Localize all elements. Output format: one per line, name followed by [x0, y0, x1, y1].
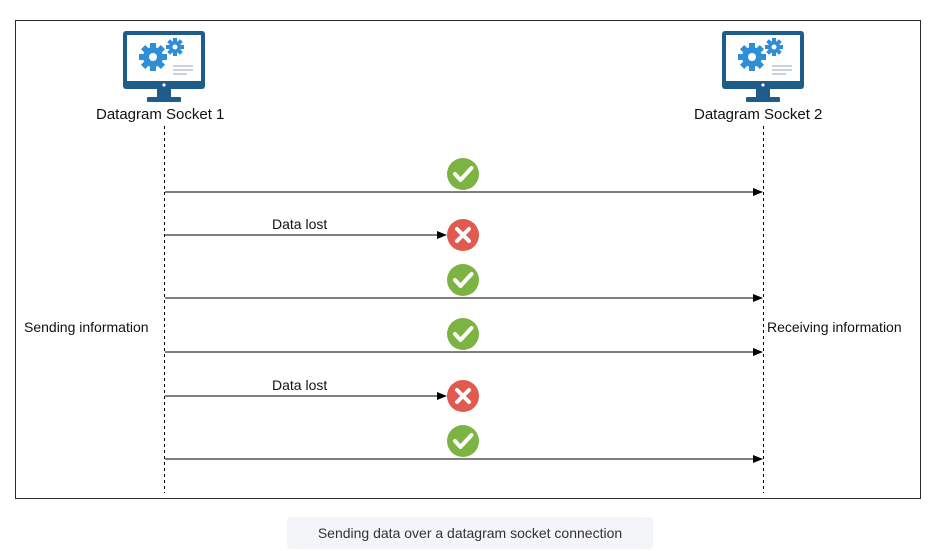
- delivered-check-icon: [445, 156, 481, 192]
- lost-cross-icon: [445, 378, 481, 414]
- delivered-check-icon: [445, 316, 481, 352]
- data-lost-label: Data lost: [272, 216, 328, 232]
- socket-2-computer-icon: [722, 31, 804, 102]
- lost-cross-icon: [445, 217, 481, 253]
- delivered-check-icon: [445, 262, 481, 298]
- delivered-check-icon: [445, 423, 481, 459]
- message-layer: [165, 156, 763, 463]
- socket-1-label: Datagram Socket 1: [96, 106, 225, 123]
- figure-caption: Sending data over a datagram socket conn…: [287, 517, 653, 549]
- socket-2-label: Datagram Socket 2: [694, 106, 823, 123]
- sequence-diagram: Datagram Socket 1 Datagram Socket 2 Send…: [15, 20, 921, 499]
- receiving-information-label: Receiving information: [767, 319, 902, 335]
- diagram-canvas: [16, 21, 922, 493]
- data-lost-label: Data lost: [272, 377, 328, 393]
- socket-1-computer-icon: [123, 31, 205, 102]
- sending-information-label: Sending information: [24, 319, 149, 335]
